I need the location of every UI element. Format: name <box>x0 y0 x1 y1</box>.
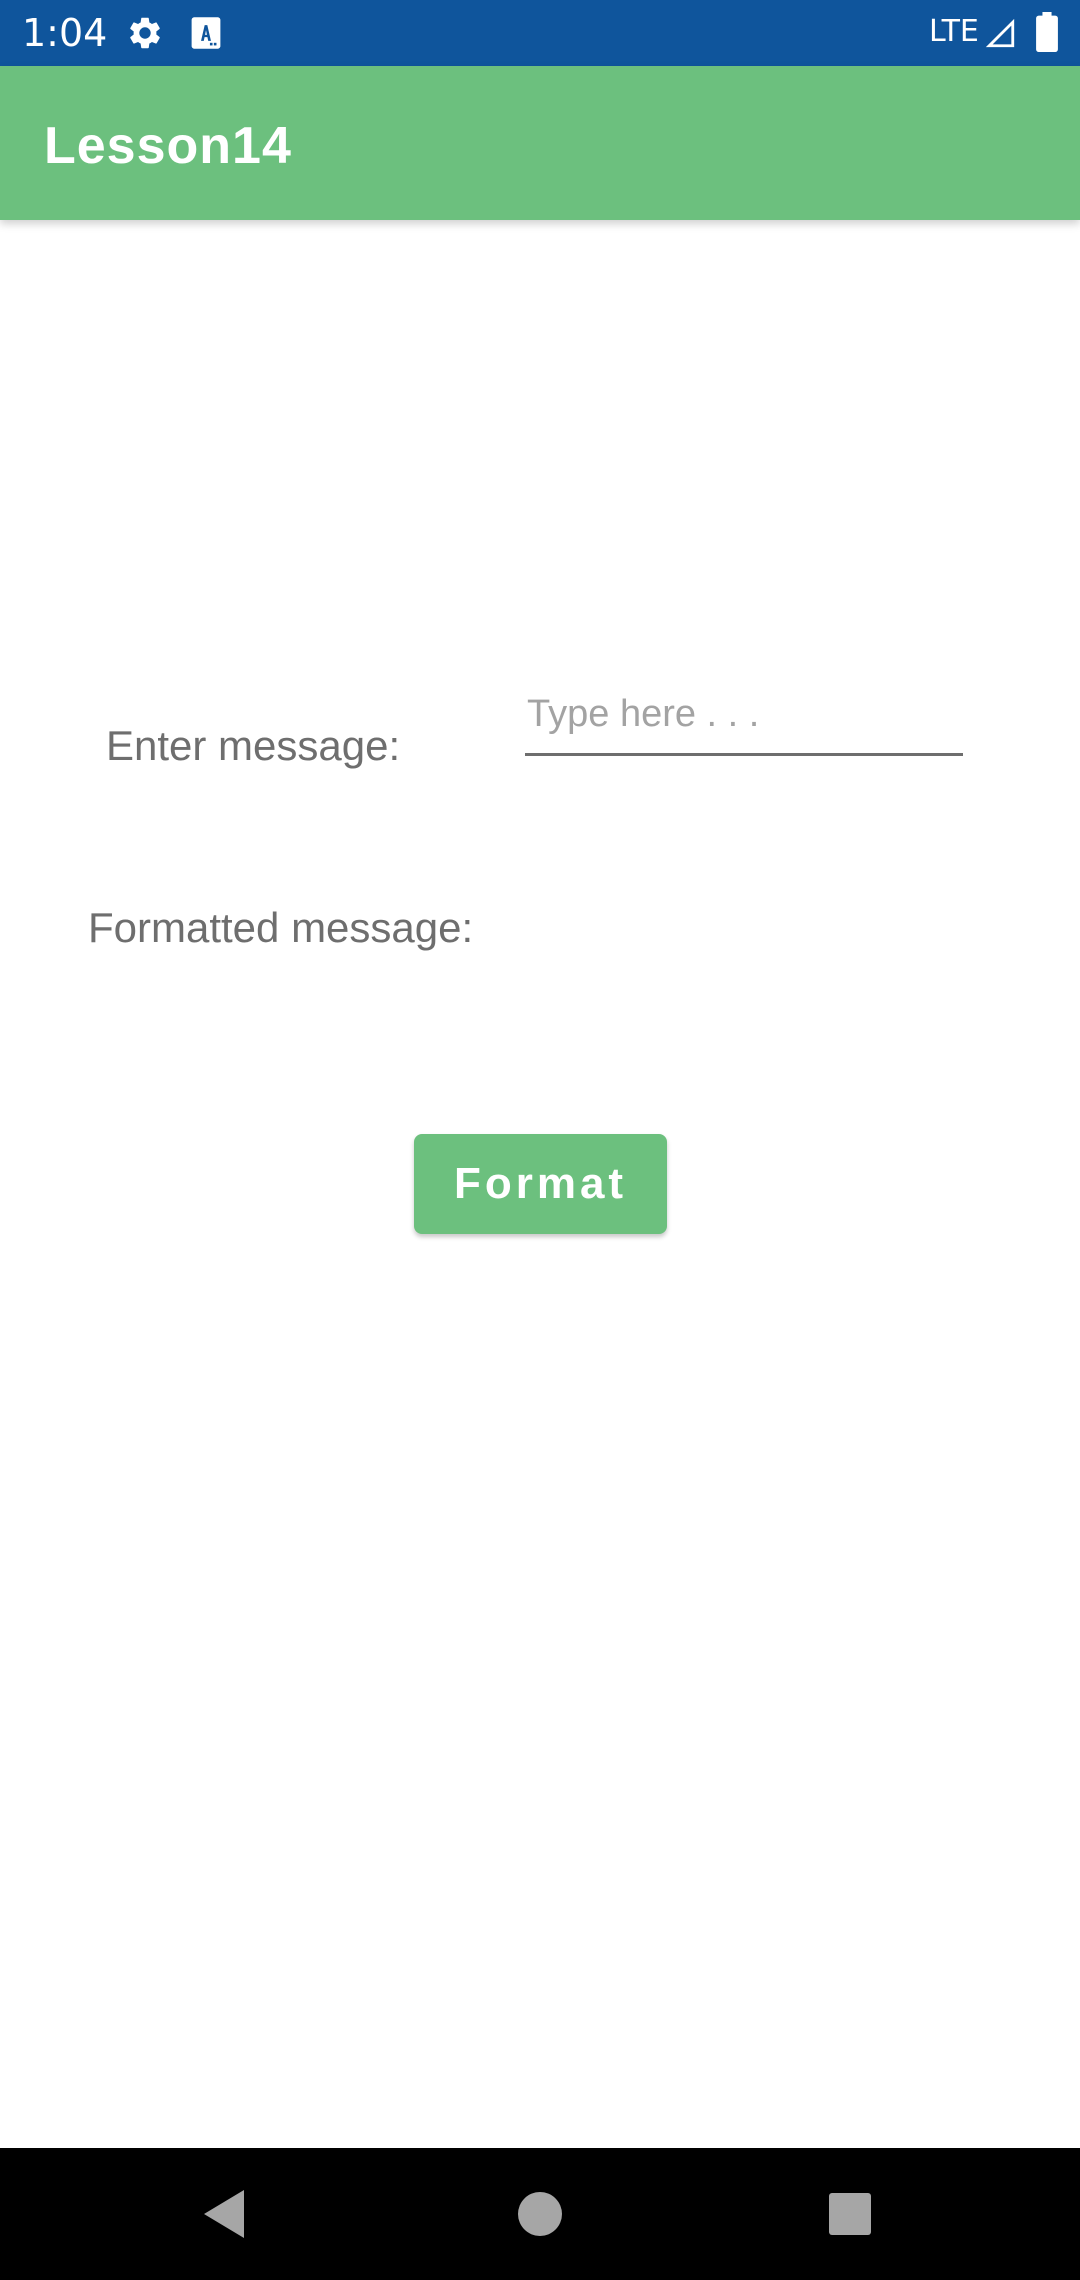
message-input[interactable] <box>525 684 963 756</box>
status-bar: 1:04 LTE <box>0 0 1080 66</box>
app-bar: Lesson14 <box>0 66 1080 220</box>
signal-icon <box>985 18 1015 48</box>
battery-icon <box>1036 12 1058 52</box>
status-time: 1:04 <box>22 11 108 55</box>
network-type: LTE <box>929 14 979 49</box>
format-button[interactable]: Format <box>414 1134 667 1234</box>
home-icon[interactable] <box>518 2192 562 2236</box>
gear-icon <box>130 17 160 49</box>
navigation-bar <box>0 2148 1080 2280</box>
formatted-message-label: Formatted message: <box>88 904 474 951</box>
app-screen: 1:04 LTE Lesson14 Enter message: Formatt… <box>0 0 1080 2280</box>
back-icon[interactable] <box>204 2190 244 2238</box>
enter-message-label: Enter message: <box>106 722 401 769</box>
app-title: Lesson14 <box>44 117 292 175</box>
a-notification-icon <box>191 17 221 49</box>
recents-icon[interactable] <box>829 2193 871 2235</box>
